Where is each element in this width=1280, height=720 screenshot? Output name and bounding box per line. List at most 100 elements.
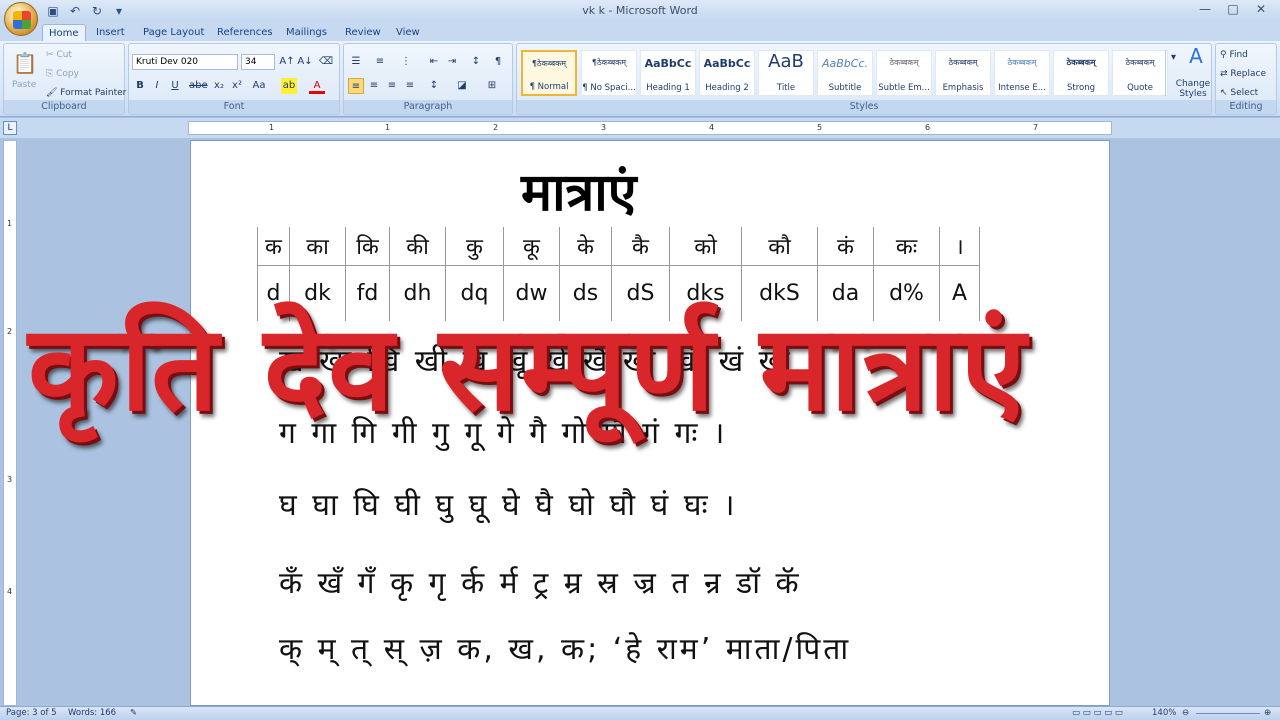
font-color-icon[interactable]: A [309,78,325,94]
select-button[interactable]: ↖ Select [1220,88,1258,98]
style-subtitle[interactable]: AaBbCc. Subtitle [817,50,873,96]
style-strong[interactable]: ठेकब्बकम् Strong [1053,50,1109,96]
document-heading: मात्राएं [521,163,637,223]
style-sample: ¶ठेकब्बकम् [531,59,567,68]
ruler-number: 1 [385,123,391,132]
tab-references[interactable]: References [211,24,279,42]
sort-icon[interactable]: ↕ [468,54,484,70]
office-button[interactable] [4,2,38,36]
superscript-icon[interactable]: x² [229,78,245,94]
find-button[interactable]: ⚲ Find [1220,50,1248,60]
italic-icon[interactable]: I [149,78,165,94]
font-size-box[interactable]: 34 [241,54,275,70]
show-marks-icon[interactable]: ¶ [490,54,506,70]
find-label: Find [1229,50,1248,60]
style-heading-2[interactable]: AaBbCc Heading 2 [699,50,755,96]
increase-indent-icon[interactable]: ⇥ [444,54,460,70]
zoom-slider[interactable] [1196,713,1260,714]
clipboard-group: 📋 Paste ✂ Cut ⎘ Copy 🖌 Format Painter Cl… [3,43,126,115]
editing-group-label: Editing [1216,100,1276,114]
table-cell: क [257,227,290,266]
clear-format-icon[interactable]: ⌫ [318,54,334,70]
style-intense-emphasis[interactable]: ठेकब्बकम् Intense E... [994,50,1050,96]
view-buttons[interactable]: ▭ ▭ ▭ ▭ ▭ [1072,708,1123,718]
table-cell: के [559,227,612,266]
tab-home[interactable]: Home [42,24,86,42]
shrink-font-icon[interactable]: A↓ [297,54,313,70]
change-styles-button[interactable]: Change Styles [1175,79,1211,99]
bold-icon[interactable]: B [132,78,148,94]
underline-icon[interactable]: U [167,78,183,94]
zoom-in-icon[interactable]: ⊕ [1264,708,1271,718]
style-sample: ठेकब्बकम् [889,58,919,67]
font-group-label: Font [129,100,339,114]
bullets-icon[interactable]: ☰ [348,54,364,70]
copy-button[interactable]: ⎘ Copy [46,69,79,79]
replace-label: Replace [1230,69,1267,79]
style-normal[interactable]: ¶ठेकब्बकम् ¶ Normal [521,50,577,96]
line-spacing-icon[interactable]: ↕ [426,78,442,94]
style-name: Title [776,83,796,93]
multilevel-list-icon[interactable]: ⋮ [398,54,414,70]
style-sample: ठेकब्बकम् [1125,58,1155,67]
style-subtle-emphasis[interactable]: ठेकब्बकम् Subtle Em... [876,50,932,96]
decrease-indent-icon[interactable]: ⇤ [426,54,442,70]
borders-icon[interactable]: ⊞ [484,78,500,94]
align-right-icon[interactable]: ≡ [384,78,400,94]
paste-button[interactable]: Paste [12,80,36,90]
tab-selector-icon[interactable]: L [3,121,17,135]
ruler-number: 2 [7,327,13,336]
numbering-icon[interactable]: ≡ [372,54,388,70]
clipboard-group-label: Clipboard [4,100,124,114]
tab-review[interactable]: Review [339,24,387,42]
style-sample: ¶ठेकब्बकम् [591,58,627,67]
cut-button[interactable]: ✂ Cut [46,50,72,60]
tab-mailings[interactable]: Mailings [280,24,333,42]
copy-label: Copy [56,69,79,79]
tab-insert[interactable]: Insert [90,24,131,42]
style-emphasis[interactable]: ठेकब्बकम् Emphasis [935,50,991,96]
ruler-number: 4 [7,587,13,596]
style-name: Emphasis [942,83,984,93]
style-heading-1[interactable]: AaBbCc Heading 1 [640,50,696,96]
change-styles-icon[interactable]: A [1183,46,1209,72]
editing-group: ⚲ Find ⇄ Replace ↖ Select Editing [1215,43,1277,115]
grow-font-icon[interactable]: A↑ [279,54,295,70]
table-cell: कौ [741,227,818,266]
zoom-level[interactable]: 140% [1152,708,1176,718]
title-bar: ▣ ↶ ↻ ▾ vk k - Microsoft Word — □ ✕ [0,0,1280,22]
scissors-icon: ✂ [46,50,57,60]
style-quote[interactable]: ठेकब्बकम् Quote [1112,50,1168,96]
align-left-icon[interactable]: ≡ [348,78,364,94]
overlay-title: कृति देव सम्पूर्ण मात्राएं [28,299,1028,437]
replace-button[interactable]: ⇄ Replace [1220,69,1266,79]
paste-icon[interactable]: 📋 [12,50,38,76]
ruler-number: 5 [817,123,823,132]
shading-icon[interactable]: ◪ [454,78,470,94]
style-title[interactable]: AaB Title [758,50,814,96]
subscript-icon[interactable]: x₂ [211,78,227,94]
word-count[interactable]: Words: 166 [68,708,116,718]
align-center-icon[interactable]: ≡ [366,78,382,94]
zoom-out-icon[interactable]: ⊖ [1182,708,1189,718]
close-button[interactable]: ✕ [1248,0,1274,18]
font-group: Kruti Dev 020 34 A↑ A↓ ⌫ B I U abe x₂ x²… [128,43,340,115]
justify-icon[interactable]: ≡ [402,78,418,94]
page-count[interactable]: Page: 3 of 5 [6,708,57,718]
tab-view[interactable]: View [390,24,426,42]
format-painter-button[interactable]: 🖌 Format Painter [46,88,126,98]
ruler-number: 1 [269,123,275,132]
ribbon-tabs: Home Insert Page Layout References Maili… [0,22,1280,42]
strikethrough-icon[interactable]: abe [189,78,208,94]
minimize-button[interactable]: — [1192,0,1218,18]
maximize-button[interactable]: □ [1220,0,1246,18]
highlight-icon[interactable]: ab [281,78,297,94]
style-no-spacing[interactable]: ¶ठेकब्बकम् ¶ No Spaci... [581,50,637,96]
font-name-box[interactable]: Kruti Dev 020 [132,54,238,70]
change-case-icon[interactable]: Aa [251,78,267,94]
vertical-ruler[interactable]: 1 2 3 4 [3,140,17,706]
proofing-icon[interactable]: ✎ [130,708,137,718]
horizontal-ruler[interactable]: 1 1 2 3 4 5 6 7 [188,121,1112,135]
tab-page-layout[interactable]: Page Layout [137,24,210,42]
ribbon: 📋 Paste ✂ Cut ⎘ Copy 🖌 Format Painter Cl… [0,41,1280,117]
